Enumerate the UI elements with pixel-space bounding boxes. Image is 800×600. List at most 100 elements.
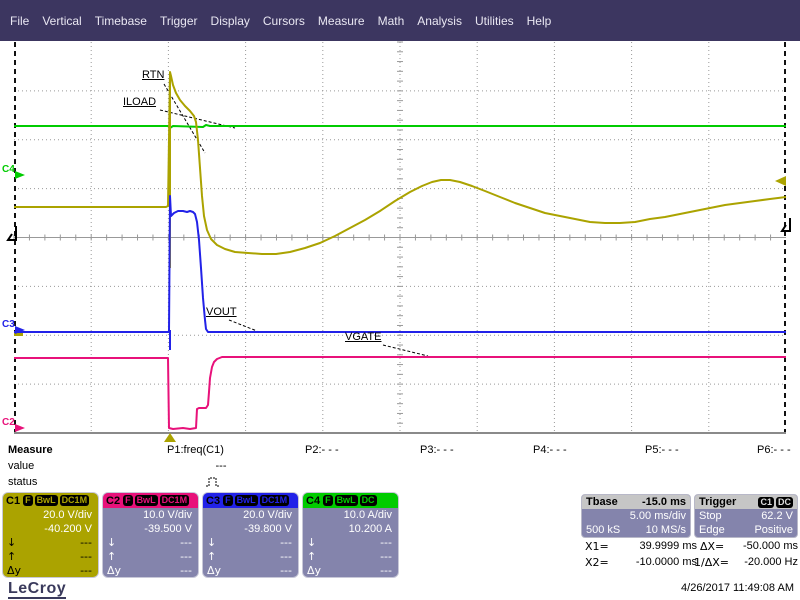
measure-p2[interactable]: P2:- - - (305, 444, 339, 456)
c1-id: C1 (6, 494, 21, 507)
rtn-label: RTN (142, 69, 165, 81)
trigger-coupling-badge: DC (776, 496, 793, 508)
vgate-label: VGATE (345, 331, 382, 343)
min-arrow-icon: ↓ (207, 536, 217, 549)
c2-max: --- (180, 550, 192, 563)
c4-zero-marker (15, 171, 25, 179)
c4-offset: 10.200 A (348, 523, 392, 535)
c1-max: --- (80, 550, 92, 563)
c3-max: --- (280, 550, 292, 563)
channel-markers (6, 171, 791, 442)
timebase-rate: 10 MS/s (645, 524, 686, 536)
channel-box-c2[interactable]: C2 F BwL DC1M 10.0 V/div -39.500 V ↓ --- … (102, 492, 199, 578)
c2-id: C2 (106, 494, 121, 507)
c3-badge-bwl: BwL (234, 495, 258, 506)
measure-p3[interactable]: P3:- - - (420, 444, 454, 456)
c1-right-marker (775, 176, 786, 186)
min-arrow-icon: ↓ (307, 536, 317, 549)
c2-axis-label: C2 (2, 417, 15, 428)
c2-badge-coupling: DC1M (159, 495, 190, 506)
c4-id: C4 (306, 494, 321, 507)
c4-scale: 10.0 A/div (343, 509, 392, 521)
c4-axis-label: C4 (2, 164, 15, 175)
c2-badge-bwl: BwL (134, 495, 158, 506)
c3-badge-f: F (223, 495, 233, 506)
vgate-callout (382, 344, 429, 357)
label-callouts (159, 83, 429, 357)
timebase-delay: -15.0 ms (641, 496, 686, 508)
c1-scale: 20.0 V/div (43, 509, 92, 521)
delta-y-icon: Δy (207, 564, 222, 577)
cursor-invdx-readout: 1/ΔX= -20.000 Hz (694, 556, 798, 569)
timebase-samples: 500 kS (586, 524, 621, 536)
measure-p1[interactable]: P1:freq(C1) (167, 444, 224, 456)
measure-p1-value: --- (215, 460, 227, 472)
measure-status-row-label: status (8, 476, 38, 488)
measure-p4[interactable]: P4:- - - (533, 444, 567, 456)
c2-scale: 10.0 V/div (143, 509, 192, 521)
measure-title: Measure (8, 444, 53, 456)
measure-p6[interactable]: P6:- - - (757, 444, 791, 456)
c4-badge-f: F (323, 495, 333, 506)
c1-badge-coupling: DC1M (59, 495, 90, 506)
max-arrow-icon: ↑ (307, 550, 317, 563)
c4-min: --- (380, 536, 392, 549)
c4-max: --- (380, 550, 392, 563)
min-arrow-icon: ↓ (107, 536, 117, 549)
delta-y-icon: Δy (307, 564, 322, 577)
channel-box-c4[interactable]: C4 F BwL DC 10.0 A/div 10.200 A ↓ --- ↑ --… (302, 492, 399, 578)
trigger-slope: Positive (754, 524, 793, 536)
trigger-mode: Stop (699, 510, 722, 522)
cursor-invdx-value: -20.000 Hz (744, 556, 798, 568)
cursor-x1-value: 39.9999 ms (639, 540, 697, 552)
c1-min: --- (80, 536, 92, 549)
c4-badge-coupling: DC (359, 495, 377, 506)
min-arrow-icon: ↓ (7, 536, 17, 549)
c1-badge-bwl: BwL (34, 495, 58, 506)
c2-badge-f: F (123, 495, 133, 506)
pulse-icon (206, 477, 219, 487)
c2-dy: --- (180, 564, 192, 577)
channel-box-c1[interactable]: C1 F BwL DC1M 20.0 V/div -40.200 V ↓ --- … (2, 492, 99, 578)
cursor-x2-value: -10.0000 ms (635, 556, 697, 568)
c2-offset: -39.500 V (144, 523, 192, 535)
c1-badge-f: F (23, 495, 33, 506)
c3-id: C3 (206, 494, 221, 507)
timebase-box[interactable]: Tbase -15.0 ms 5.00 ms/div 500 kS 10 MS/… (581, 494, 691, 538)
c3-min: --- (280, 536, 292, 549)
c1-offset: -40.200 V (44, 523, 92, 535)
cursor-x2-readout: X2= -10.0000 ms (585, 556, 697, 569)
max-arrow-icon: ↑ (7, 550, 17, 563)
lecroy-logo: LeCroy (8, 580, 67, 599)
c3-axis-label: C3 (2, 319, 15, 330)
c3-scale: 20.0 V/div (243, 509, 292, 521)
trigger-type: Edge (699, 524, 725, 536)
timebase-scale: 5.00 ms/div (629, 510, 686, 522)
vout-callout (228, 319, 258, 332)
max-arrow-icon: ↑ (207, 550, 217, 563)
c3-dy: --- (280, 564, 292, 577)
c4-dy: --- (380, 564, 392, 577)
iload-label: ILOAD (123, 96, 157, 108)
measure-value-row-label: value (8, 460, 35, 472)
timestamp: 4/26/2017 11:49:08 AM (681, 582, 794, 594)
trigger-title: Trigger (699, 496, 737, 508)
vout-label: VOUT (206, 306, 237, 318)
c2-zero-marker (15, 424, 25, 432)
delta-y-icon: Δy (107, 564, 122, 577)
c2-min: --- (180, 536, 192, 549)
c4-badge-bwl: BwL (334, 495, 358, 506)
cursor-dx-value: -50.000 ms (742, 540, 798, 552)
measure-p5[interactable]: P5:- - - (645, 444, 679, 456)
max-arrow-icon: ↑ (107, 550, 117, 563)
channel-box-c3[interactable]: C3 F BwL DC1M 20.0 V/div -39.800 V ↓ --- … (202, 492, 299, 578)
c3-offset: -39.800 V (244, 523, 292, 535)
c4-iload-trace (14, 124, 786, 129)
delta-y-icon: Δy (7, 564, 22, 577)
timebase-title: Tbase (586, 496, 618, 508)
c1-dy: --- (80, 564, 92, 577)
trigger-source-badge: C1 (758, 496, 774, 508)
trigger-box[interactable]: Trigger C1 DC Stop 62.2 V Edge Positive (694, 494, 798, 538)
cursor-dx-readout: ΔX= -50.000 ms (700, 540, 798, 553)
c3-badge-coupling: DC1M (259, 495, 290, 506)
